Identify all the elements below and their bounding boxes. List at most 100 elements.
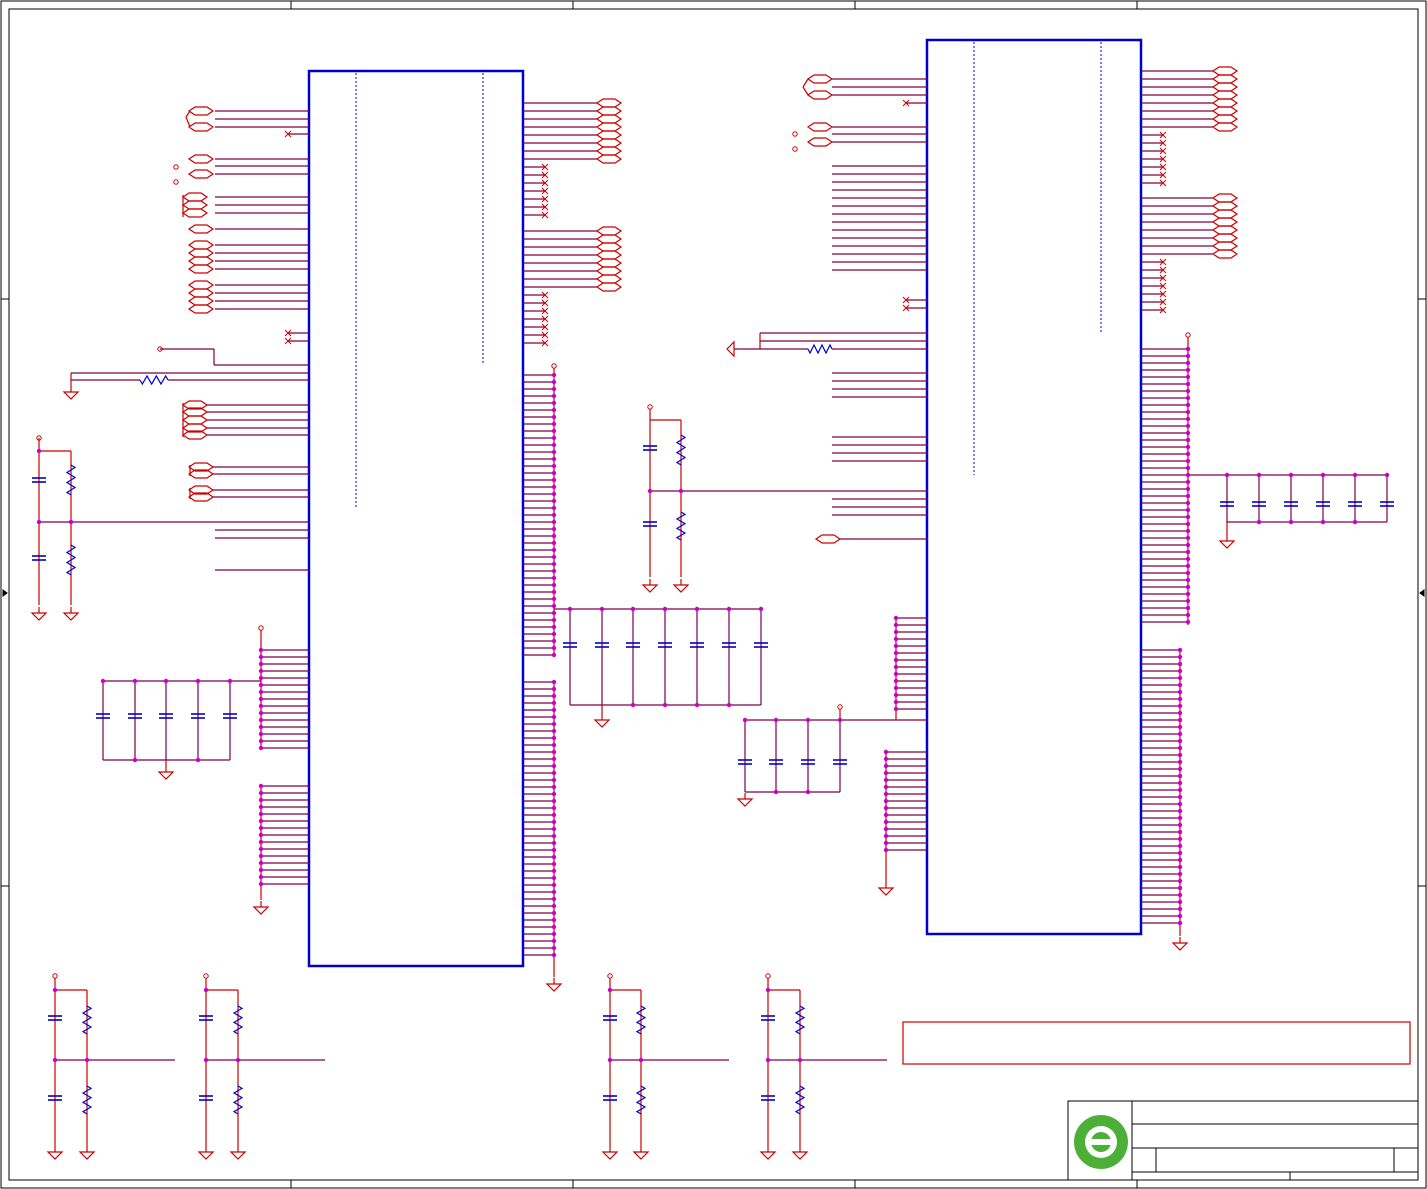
junction-dot <box>551 540 557 546</box>
junction-dot <box>258 647 264 653</box>
ground-symbol <box>759 1146 777 1160</box>
junction-dot <box>551 449 557 455</box>
junction-dot <box>258 717 264 723</box>
junction-dot <box>765 987 771 993</box>
junction-dot <box>1185 612 1191 618</box>
junction-dot <box>551 728 557 734</box>
junction-dot <box>551 407 557 413</box>
ground-symbol <box>877 882 895 896</box>
junction-dot <box>551 721 557 727</box>
offsheet-port <box>187 154 215 164</box>
junction-dot <box>1177 647 1183 653</box>
junction-dot <box>551 596 557 602</box>
offsheet-port <box>187 224 215 234</box>
junction-dot <box>84 1057 90 1063</box>
offsheet-port <box>187 264 215 274</box>
junction-dot <box>1177 710 1183 716</box>
offsheet-port <box>181 208 209 218</box>
junction-dot <box>1185 605 1191 611</box>
ground-symbol <box>736 793 754 807</box>
junction-dot <box>551 372 557 378</box>
junction-dot <box>258 689 264 695</box>
junction-dot <box>837 717 843 723</box>
wire <box>802 86 809 96</box>
junction-dot <box>607 1057 613 1063</box>
resistor-symbol <box>635 1085 647 1115</box>
no-connect-markers <box>284 99 1167 347</box>
junction-dot <box>893 692 899 698</box>
junction-dot <box>694 702 700 708</box>
junction-dot <box>1185 409 1191 415</box>
junction-dot <box>805 717 811 723</box>
junction-dot <box>551 714 557 720</box>
offsheet-port <box>187 288 215 298</box>
junction-dot <box>1185 381 1191 387</box>
offsheet-port <box>814 534 842 544</box>
junction-dot <box>258 790 264 796</box>
ic-u2[interactable] <box>925 38 1143 936</box>
junction-dot <box>1185 416 1191 422</box>
junction-dot <box>1185 556 1191 562</box>
ground-symbol <box>30 607 48 621</box>
offsheet-port <box>1211 193 1239 203</box>
junction-dot <box>551 700 557 706</box>
offsheet-port <box>595 282 623 292</box>
junction-dot <box>551 617 557 623</box>
offsheet-port <box>595 258 623 268</box>
resistor-symbol <box>81 1085 93 1115</box>
ground-symbol <box>78 1146 96 1160</box>
junction-dot <box>630 702 636 708</box>
junction-dot <box>551 512 557 518</box>
ground-symbol <box>545 978 563 992</box>
resistor-symbol <box>794 1085 806 1115</box>
junction-dot <box>551 652 557 658</box>
junction-dot <box>203 1057 209 1063</box>
junction-dot <box>258 731 264 737</box>
junction-dot <box>551 638 557 644</box>
resistor-symbol <box>807 343 833 355</box>
junction-dot <box>52 987 58 993</box>
junction-dot <box>883 749 889 755</box>
offsheet-port <box>595 106 623 116</box>
junction-dot <box>1177 689 1183 695</box>
junction-dot <box>726 606 732 612</box>
junction-dot <box>678 488 684 494</box>
offsheet-port <box>595 274 623 284</box>
resistor-symbol <box>232 1005 244 1035</box>
junction-dot <box>551 582 557 588</box>
junction-dot <box>1352 519 1358 525</box>
junction-dot <box>1185 563 1191 569</box>
passive-components <box>30 131 1394 1160</box>
junction-dot <box>1185 479 1191 485</box>
junction-dot <box>883 798 889 804</box>
junction-dot <box>893 622 899 628</box>
junction-dot <box>883 833 889 839</box>
junction-dot <box>1185 374 1191 380</box>
junction-dot <box>258 860 264 866</box>
junction-dot <box>551 414 557 420</box>
junction-dot <box>1177 829 1183 835</box>
junction-dot <box>551 456 557 462</box>
resistor-symbol <box>794 1005 806 1035</box>
power-port <box>765 973 771 979</box>
junction-dot <box>1320 519 1326 525</box>
junction-dot <box>1177 885 1183 891</box>
junction-dot <box>1185 395 1191 401</box>
ic-u1[interactable] <box>307 69 525 968</box>
junction-dot <box>227 678 233 684</box>
resistor-symbol <box>81 1005 93 1035</box>
junction-dot <box>203 987 209 993</box>
offsheet-port <box>1211 82 1239 92</box>
junction-dot <box>258 738 264 744</box>
junction-dot <box>1185 367 1191 373</box>
ground-symbol <box>672 579 690 593</box>
offsheet-port <box>187 304 215 314</box>
junction-dot <box>551 484 557 490</box>
junction-dot <box>258 783 264 789</box>
junction-dot <box>551 519 557 525</box>
junction-dot <box>1185 430 1191 436</box>
offsheet-port <box>595 250 623 260</box>
pin-wires <box>38 70 1388 1146</box>
junction-dot <box>694 606 700 612</box>
offsheet-port <box>1211 241 1239 251</box>
